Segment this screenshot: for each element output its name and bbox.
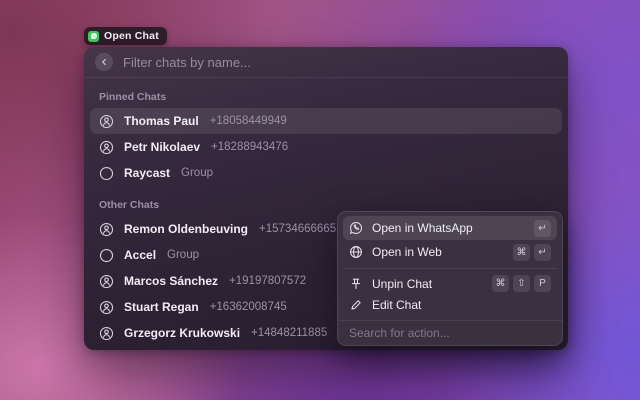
shortcut-keys: ⌘ ⇧ P (492, 275, 551, 292)
chat-subtitle: +15734666665 (259, 223, 336, 235)
return-key: ↵ (534, 220, 551, 237)
person-circle-icon (99, 274, 114, 289)
chat-name: Grzegorz Krukowski (124, 326, 240, 340)
shift-key: ⇧ (513, 275, 530, 292)
command-chip[interactable]: Open Chat (84, 27, 167, 45)
shortcut-keys: ↵ (534, 220, 551, 237)
chat-row-petr-nikolaev[interactable]: Petr Nikolaev +18288943476 (90, 134, 562, 160)
chat-subtitle: Group (167, 249, 199, 261)
action-label: Open in Web (372, 245, 504, 259)
person-circle-icon (99, 326, 114, 341)
circle-icon (99, 166, 114, 181)
action-menu-body: Open in WhatsApp ↵ Open in Web ⌘ ↵ Unpin… (338, 212, 562, 336)
chat-name: Marcos Sánchez (124, 274, 218, 288)
cmd-key: ⌘ (492, 275, 509, 292)
command-chip-label: Open Chat (104, 30, 159, 42)
person-circle-icon (99, 140, 114, 155)
section-title-pinned: Pinned Chats (99, 91, 553, 103)
section-title-other: Other Chats (99, 199, 553, 211)
return-key: ↵ (534, 244, 551, 261)
p-key: P (534, 275, 551, 292)
action-label: Unpin Chat (372, 277, 483, 291)
chevron-left-icon (99, 57, 109, 67)
shortcut-keys: ⌘ ↵ (513, 244, 551, 261)
chat-name: Remon Oldenbeuving (124, 222, 248, 236)
globe-icon (349, 245, 363, 259)
person-circle-icon (99, 222, 114, 237)
chat-name: Thomas Paul (124, 114, 199, 128)
action-open-in-web[interactable]: Open in Web ⌘ ↵ (343, 240, 557, 264)
chat-subtitle: +16362008745 (210, 301, 287, 313)
search-header: Filter chats by name... (84, 47, 568, 78)
chat-subtitle: +18288943476 (211, 141, 288, 153)
chat-name: Accel (124, 248, 156, 262)
action-menu: Open in WhatsApp ↵ Open in Web ⌘ ↵ Unpin… (337, 211, 563, 346)
action-label: Edit Chat (372, 298, 551, 312)
chat-row-sandy-krupkova[interactable]: Sandy Krupkova +19794864818 (90, 346, 562, 350)
action-search-input[interactable]: Search for action... (338, 320, 562, 345)
chat-name: Stuart Regan (124, 300, 199, 314)
pin-icon (349, 277, 363, 291)
search-input[interactable]: Filter chats by name... (123, 55, 251, 70)
person-circle-icon (99, 300, 114, 315)
action-open-in-whatsapp[interactable]: Open in WhatsApp ↵ (343, 216, 557, 240)
chat-subtitle: +18058449949 (210, 115, 287, 127)
chat-row-raycast[interactable]: Raycast Group (90, 160, 562, 186)
desktop: { "chip": { "label": "Open Chat", "icon"… (0, 0, 640, 400)
action-unpin-chat[interactable]: Unpin Chat ⌘ ⇧ P (343, 273, 557, 294)
chat-subtitle: Group (181, 167, 213, 179)
chat-name: Raycast (124, 166, 170, 180)
pencil-icon (349, 298, 363, 312)
whatsapp-icon (349, 221, 363, 235)
cmd-key: ⌘ (513, 244, 530, 261)
action-edit-chat[interactable]: Edit Chat (343, 294, 557, 315)
menu-divider (343, 268, 557, 269)
back-button[interactable] (95, 53, 113, 71)
action-label: Open in WhatsApp (372, 221, 525, 235)
circle-icon (99, 248, 114, 263)
chat-row-thomas-paul[interactable]: Thomas Paul +18058449949 (90, 108, 562, 134)
person-circle-icon (99, 114, 114, 129)
whatsapp-app-icon (88, 31, 99, 42)
chat-subtitle: +14848211885 (251, 327, 327, 339)
chat-subtitle: +19197807572 (229, 275, 306, 287)
chat-name: Petr Nikolaev (124, 140, 200, 154)
